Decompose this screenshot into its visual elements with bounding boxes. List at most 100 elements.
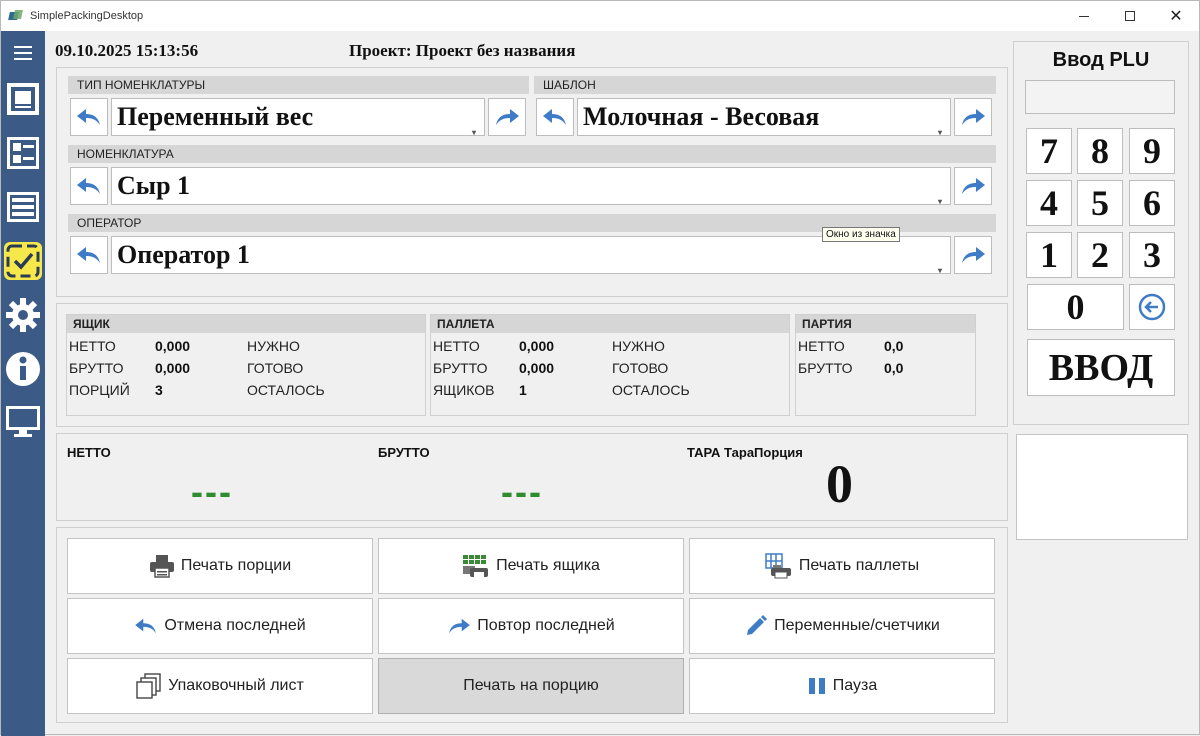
pallet-netto-value: 0,000 bbox=[519, 338, 555, 354]
chevron-down-icon: ▾ bbox=[937, 266, 942, 275]
title-bar: SimplePackingDesktop ✕ bbox=[1, 1, 1199, 31]
print-pallet-button[interactable]: Печать паллеты bbox=[689, 538, 995, 594]
template-value: Молочная - Весовая bbox=[583, 102, 820, 131]
plu-display bbox=[1025, 80, 1175, 114]
pallet-boxes-value: 1 bbox=[519, 382, 527, 398]
undo-last-button[interactable]: Отмена последней bbox=[67, 598, 373, 654]
variables-counters-label: Переменные/счетчики bbox=[774, 617, 940, 634]
operator-prev-button[interactable] bbox=[70, 236, 108, 274]
print-portion-label: Печать порции bbox=[180, 557, 292, 574]
printer-icon bbox=[149, 554, 175, 578]
box-brutto-label: БРУТТО bbox=[69, 360, 124, 376]
box-netto-label: НЕТТО bbox=[69, 338, 116, 354]
pause-button[interactable]: Пауза bbox=[689, 658, 995, 714]
weight-netto-label: НЕТТО bbox=[67, 445, 111, 460]
template-select[interactable]: Молочная - Весовая ▾ bbox=[577, 98, 951, 137]
close-button[interactable]: ✕ bbox=[1153, 1, 1199, 31]
key-7[interactable]: 7 bbox=[1026, 128, 1072, 174]
pause-label: Пауза bbox=[832, 677, 878, 694]
sidebar bbox=[1, 31, 45, 736]
backspace-button[interactable] bbox=[1129, 284, 1175, 330]
pallet-counter-title: ПАЛЛЕТА bbox=[431, 315, 789, 333]
nomenclature-type-select[interactable]: Переменный вес ▾ bbox=[111, 98, 485, 137]
arrow-forward-icon bbox=[447, 617, 471, 635]
arrow-back-icon bbox=[134, 617, 158, 635]
packing-list-button[interactable]: Упаковочный лист bbox=[67, 658, 373, 714]
packing-list-label: Упаковочный лист bbox=[168, 677, 304, 694]
tooltip: Окно из значка bbox=[822, 227, 900, 242]
window-title: SimplePackingDesktop bbox=[30, 10, 144, 22]
nomenclature-type-label: ТИП НОМЕНКЛАТУРЫ bbox=[68, 76, 529, 94]
arrow-back-icon bbox=[543, 109, 566, 125]
table-icon[interactable] bbox=[1, 183, 45, 231]
box-netto-status: НУЖНО bbox=[247, 338, 300, 354]
minimize-button[interactable] bbox=[1061, 1, 1107, 31]
print-portion-button[interactable]: Печать порции bbox=[67, 538, 373, 594]
backspace-arrow-icon bbox=[1138, 293, 1166, 321]
nomenclature-type-next-button[interactable] bbox=[488, 98, 526, 136]
pallet-brutto-value: 0,000 bbox=[519, 360, 555, 376]
batch-netto-value: 0,0 bbox=[884, 338, 904, 354]
pallet-boxes-status: ОСТАЛОСЬ bbox=[612, 382, 690, 398]
batch-counter-title: ПАРТИЯ bbox=[796, 315, 975, 333]
print-on-portion-button[interactable]: Печать на порцию bbox=[378, 658, 684, 714]
pallet-boxes-label: ЯЩИКОВ bbox=[433, 382, 495, 398]
print-box-label: Печать ящика bbox=[496, 557, 600, 574]
copy-pages-icon bbox=[136, 673, 162, 699]
key-5[interactable]: 5 bbox=[1077, 180, 1123, 226]
task-check-icon[interactable] bbox=[1, 237, 45, 285]
print-on-portion-label: Печать на порцию bbox=[463, 677, 599, 694]
nomenclature-value: Сыр 1 bbox=[117, 171, 191, 200]
plu-title: Ввод PLU bbox=[1052, 49, 1150, 71]
monitor-icon[interactable] bbox=[1, 397, 45, 445]
box-portions-label: ПОРЦИЙ bbox=[69, 382, 130, 398]
enter-button[interactable]: ВВОД bbox=[1027, 339, 1175, 396]
box-counter-title: ЯЩИК bbox=[67, 315, 425, 333]
undo-last-label: Отмена последней bbox=[164, 617, 306, 634]
template-prev-button[interactable] bbox=[536, 98, 574, 136]
batch-brutto-value: 0,0 bbox=[884, 360, 904, 376]
weight-brutto-value: --- bbox=[501, 471, 543, 512]
window-icon[interactable] bbox=[1, 75, 45, 123]
maximize-button[interactable] bbox=[1107, 1, 1153, 31]
menu-icon[interactable] bbox=[1, 37, 45, 69]
box-portions-status: ОСТАЛОСЬ bbox=[247, 382, 325, 398]
info-icon[interactable] bbox=[1, 345, 45, 393]
key-3[interactable]: 3 bbox=[1129, 232, 1175, 278]
arrow-back-icon bbox=[77, 178, 100, 194]
arrow-back-icon bbox=[77, 247, 100, 263]
app-window: SimplePackingDesktop ✕ 09.10.2025 15:13:… bbox=[0, 0, 1200, 736]
box-portions-value: 3 bbox=[155, 382, 163, 398]
nomenclature-prev-button[interactable] bbox=[70, 167, 108, 205]
nomenclature-type-value: Переменный вес bbox=[117, 102, 314, 131]
repeat-last-button[interactable]: Повтор последней bbox=[378, 598, 684, 654]
print-pallet-label: Печать паллеты bbox=[798, 557, 920, 574]
repeat-last-label: Повтор последней bbox=[477, 617, 615, 634]
arrow-forward-icon bbox=[962, 247, 985, 263]
box-brutto-status: ГОТОВО bbox=[247, 360, 304, 376]
weight-netto-value: --- bbox=[191, 471, 233, 512]
operator-next-button[interactable] bbox=[954, 236, 992, 274]
key-2[interactable]: 2 bbox=[1077, 232, 1123, 278]
variables-counters-button[interactable]: Переменные/счетчики bbox=[689, 598, 995, 654]
pallet-netto-label: НЕТТО bbox=[433, 338, 480, 354]
product-preview bbox=[1016, 434, 1188, 540]
key-0[interactable]: 0 bbox=[1027, 284, 1124, 330]
print-box-button[interactable]: Печать ящика bbox=[378, 538, 684, 594]
key-1[interactable]: 1 bbox=[1026, 232, 1072, 278]
key-6[interactable]: 6 bbox=[1129, 180, 1175, 226]
nomenclature-select[interactable]: Сыр 1 ▾ bbox=[111, 167, 951, 206]
key-8[interactable]: 8 bbox=[1077, 128, 1123, 174]
nomenclature-type-prev-button[interactable] bbox=[70, 98, 108, 136]
nomenclature-next-button[interactable] bbox=[954, 167, 992, 205]
key-9[interactable]: 9 bbox=[1129, 128, 1175, 174]
key-4[interactable]: 4 bbox=[1026, 180, 1072, 226]
template-label: ШАБЛОН bbox=[534, 76, 996, 94]
list-details-icon[interactable] bbox=[1, 129, 45, 177]
arrow-back-icon bbox=[77, 109, 100, 125]
batch-brutto-label: БРУТТО bbox=[798, 360, 853, 376]
gear-icon[interactable] bbox=[1, 291, 45, 339]
template-next-button[interactable] bbox=[954, 98, 992, 136]
weight-tara-label: ТАРА ТараПорция bbox=[687, 445, 803, 460]
project-title: Проект: Проект без названия bbox=[349, 41, 576, 60]
